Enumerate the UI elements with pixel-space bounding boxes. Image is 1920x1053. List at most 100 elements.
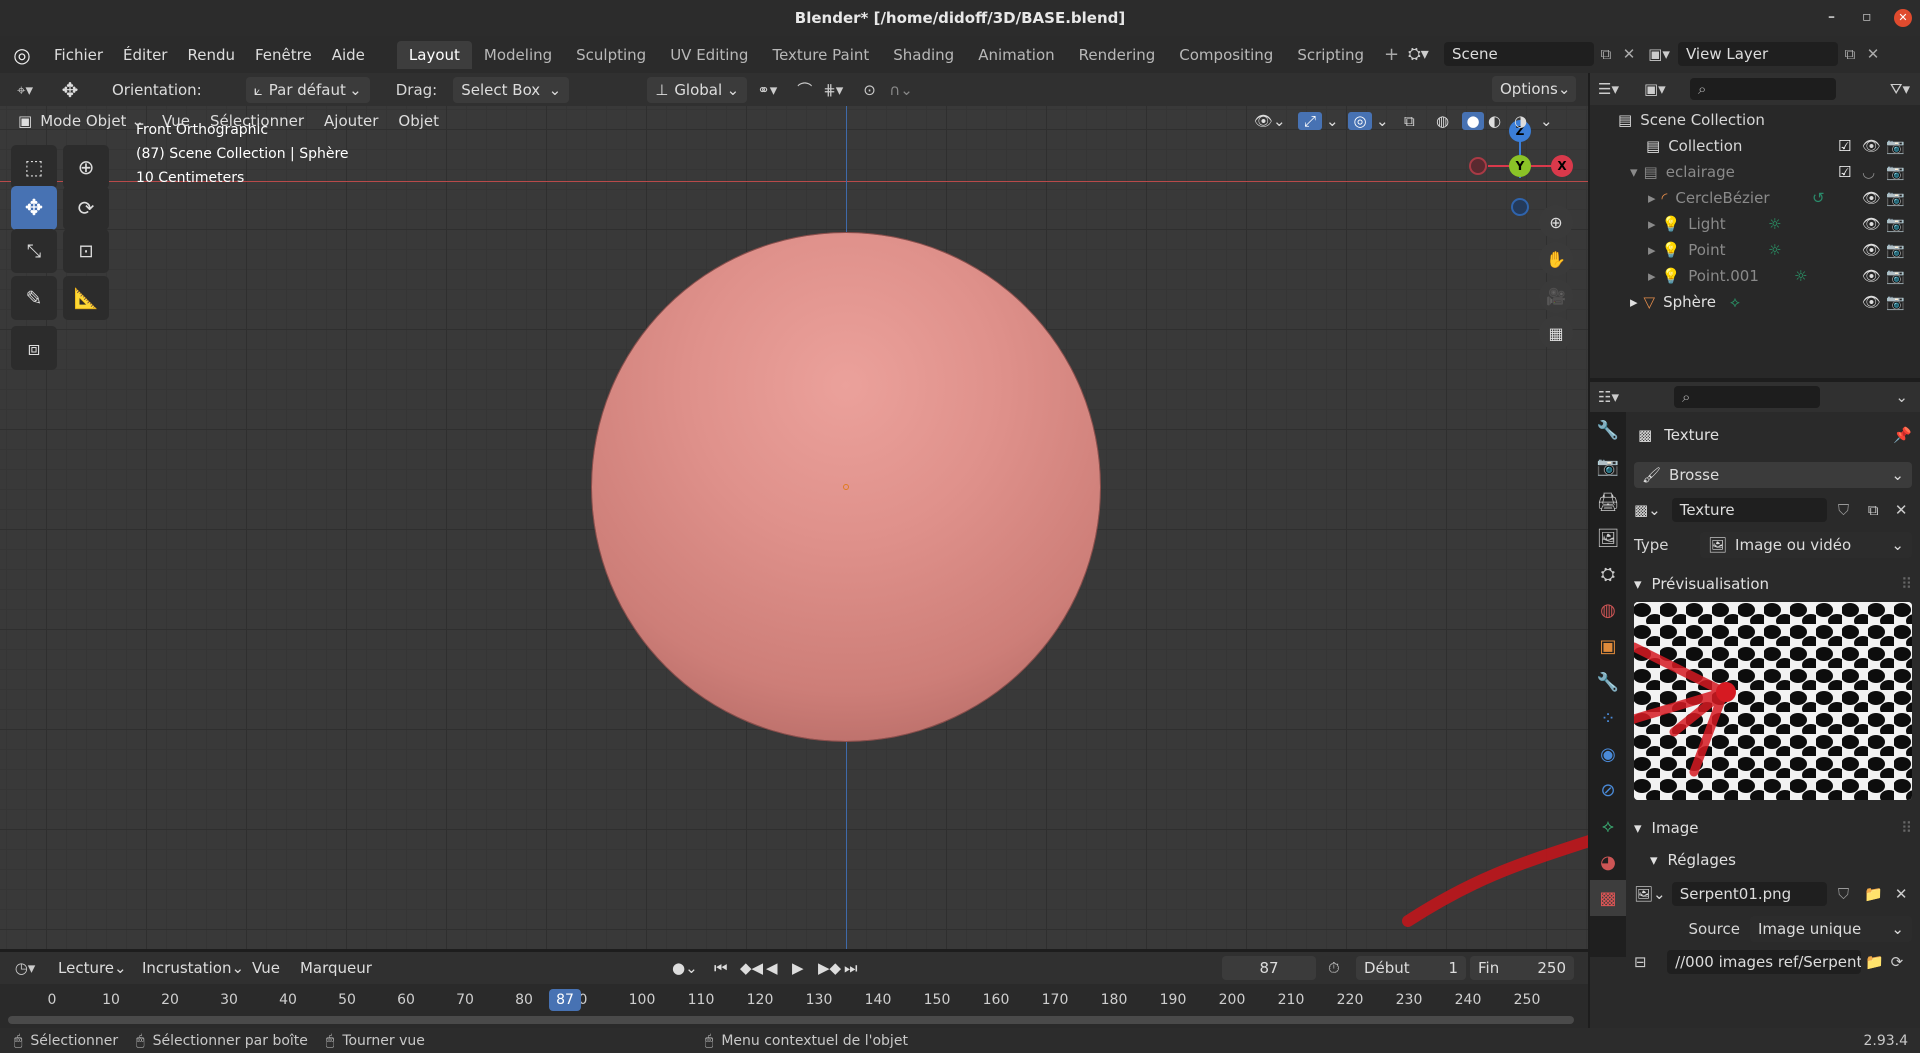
- material-tab-icon[interactable]: ◕: [1590, 844, 1626, 880]
- prev-keyframe-icon[interactable]: ◆◀: [740, 959, 763, 977]
- falloff-icon[interactable]: ∩⌄: [889, 81, 925, 99]
- fake-user-icon[interactable]: ⛉: [1831, 885, 1857, 903]
- next-keyframe-icon[interactable]: ▶◆: [818, 959, 841, 977]
- settings-subpanel-header[interactable]: ▾ Réglages: [1634, 848, 1912, 872]
- menu-fichier[interactable]: Fichier: [44, 46, 113, 64]
- data-tab-icon[interactable]: ⟡: [1590, 808, 1626, 844]
- particles-tab-icon[interactable]: ⁘: [1590, 700, 1626, 736]
- gizmo-neg-z[interactable]: [1511, 198, 1529, 216]
- render-camera-icon[interactable]: 📷: [1886, 215, 1905, 233]
- transform-orientation-dropdown[interactable]: ⊥ Global ⌄: [647, 76, 748, 103]
- unlink-image-icon[interactable]: ✕: [1890, 885, 1912, 903]
- cursor-tool[interactable]: ⊕: [63, 145, 109, 189]
- 3d-viewport[interactable]: ⬚ ⊕ ✥ ⟳ ⤡ ⊡ ✎ 📐 ⧈ Front Orthographic (87…: [0, 106, 1588, 949]
- expand-arrow-icon[interactable]: ▸: [1648, 215, 1656, 233]
- frame-ruler[interactable]: 0 10 20 30 40 50 60 70 80 0 100 110 120 130 140 150 160 1…: [0, 984, 1588, 1014]
- snap-icon[interactable]: ⌒: [797, 79, 823, 100]
- timeline[interactable]: 0 10 20 30 40 50 60 70 80 0 100 110 120 130 140 150 160 1…: [0, 984, 1588, 1028]
- image-panel-header[interactable]: ▾ Image ⠿: [1634, 816, 1912, 840]
- add-cube-tool[interactable]: ⧈: [11, 326, 57, 370]
- tool-tab-icon[interactable]: 🔧: [1590, 412, 1626, 448]
- texture-browse-icon[interactable]: ▩⌄: [1634, 501, 1668, 519]
- outliner-row-point[interactable]: ▸ 💡 Point ☼ 👁 📷: [1590, 237, 1920, 263]
- outliner-row-cerclebezier[interactable]: ▸ ◜ CercleBézier ↺ 👁 📷: [1590, 185, 1920, 211]
- record-icon[interactable]: ●⌄: [672, 959, 710, 977]
- tab-sculpting[interactable]: Sculpting: [564, 41, 658, 69]
- wireframe-shading-icon[interactable]: ◍: [1436, 112, 1458, 130]
- view-layer-icon[interactable]: ▣▾: [1640, 45, 1678, 63]
- drag-dropdown[interactable]: Select Box ⌄: [453, 76, 570, 103]
- type-dropdown[interactable]: 🖼 Image ou vidéo ⌄: [1700, 532, 1912, 558]
- expand-arrow-icon[interactable]: ▸: [1648, 267, 1656, 285]
- source-dropdown[interactable]: Image unique ⌄: [1750, 916, 1912, 942]
- render-camera-icon[interactable]: 📷: [1886, 189, 1905, 207]
- tab-layout[interactable]: Layout: [396, 40, 472, 69]
- delete-view-layer-icon[interactable]: ✕: [1862, 45, 1884, 63]
- menu-editer[interactable]: Éditer: [113, 46, 177, 64]
- unlink-icon[interactable]: ✕: [1890, 501, 1912, 519]
- world-tab-icon[interactable]: ◍: [1590, 592, 1626, 628]
- render-camera-icon[interactable]: 📷: [1886, 241, 1905, 259]
- rotate-tool[interactable]: ⟳: [63, 186, 109, 230]
- minimize-button[interactable]: –: [1828, 9, 1835, 25]
- timeline-view-menu[interactable]: Vue: [242, 959, 290, 977]
- measure-tool[interactable]: 📐: [63, 276, 109, 320]
- render-camera-icon[interactable]: 📷: [1886, 163, 1905, 181]
- xray-icon[interactable]: ⧉: [1404, 112, 1432, 130]
- menu-fenetre[interactable]: Fenêtre: [245, 46, 322, 64]
- close-button[interactable]: ✕: [1894, 9, 1912, 27]
- snap-target-icon[interactable]: ⋕▾: [823, 81, 863, 99]
- mode-dropdown[interactable]: ▣ Mode Objet ⌄: [10, 108, 152, 134]
- menu-objet[interactable]: Objet: [388, 112, 449, 130]
- outliner-row-eclairage[interactable]: ▾ ▤ eclairage ☑ ◡ 📷: [1590, 159, 1920, 185]
- texture-tab-icon[interactable]: ▩: [1590, 880, 1626, 916]
- overlay-menu-icon[interactable]: ⌄: [1376, 112, 1400, 130]
- tab-compositing[interactable]: Compositing: [1167, 41, 1285, 69]
- scene-tab-icon[interactable]: ⛭: [1590, 556, 1626, 592]
- expand-arrow-icon[interactable]: ▸: [1648, 189, 1656, 207]
- gizmo-neg-x[interactable]: [1469, 157, 1487, 175]
- hidden-eye-icon[interactable]: ◡: [1862, 163, 1875, 181]
- play-icon[interactable]: ▶: [792, 959, 814, 977]
- visibility-icon[interactable]: 👁⌄: [1254, 112, 1294, 130]
- texture-name-field[interactable]: Texture: [1671, 498, 1827, 522]
- eye-icon[interactable]: 👁: [1862, 215, 1881, 233]
- modifier-tab-icon[interactable]: 🔧: [1590, 664, 1626, 700]
- menu-aide[interactable]: Aide: [322, 46, 375, 64]
- expand-arrow-icon[interactable]: ▾: [1630, 163, 1638, 181]
- zoom-view-button[interactable]: ⊕: [1539, 205, 1573, 239]
- scene-icon[interactable]: ⛭▾: [1408, 44, 1444, 64]
- properties-editor-icon[interactable]: ☷▾: [1598, 388, 1648, 406]
- tab-texture-paint[interactable]: Texture Paint: [760, 41, 881, 69]
- new-view-layer-icon[interactable]: ⧉: [1838, 45, 1862, 63]
- output-tab-icon[interactable]: 🖨: [1590, 484, 1626, 520]
- tab-uv-editing[interactable]: UV Editing: [658, 41, 760, 69]
- outliner-row-point-001[interactable]: ▸ 💡 Point.001 ☼ 👁 📷: [1590, 263, 1920, 289]
- duplicate-icon[interactable]: ⧉: [1860, 501, 1886, 519]
- maximize-button[interactable]: ▫: [1862, 9, 1872, 25]
- annotate-tool[interactable]: ✎: [11, 276, 57, 320]
- tab-rendering[interactable]: Rendering: [1067, 41, 1168, 69]
- select-box-tool[interactable]: ⬚: [11, 145, 57, 189]
- open-image-icon[interactable]: 📁: [1860, 885, 1886, 903]
- menu-rendu[interactable]: Rendu: [177, 46, 245, 64]
- timeline-scrollbar[interactable]: [8, 1016, 1574, 1024]
- pan-view-button[interactable]: ✋: [1539, 242, 1573, 276]
- render-camera-icon[interactable]: 📷: [1886, 267, 1905, 285]
- pin-icon[interactable]: 📌: [1893, 426, 1912, 444]
- render-camera-icon[interactable]: 📷: [1886, 137, 1905, 155]
- rendered-shading-icon[interactable]: ◑: [1514, 112, 1536, 130]
- scene-field[interactable]: Scene: [1444, 42, 1594, 66]
- options-dropdown[interactable]: Options ⌄: [1492, 76, 1576, 102]
- outliner-editor-icon[interactable]: ☰▾: [1598, 80, 1638, 98]
- pack-icon[interactable]: ⊟: [1634, 953, 1663, 971]
- add-workspace-icon[interactable]: +: [1376, 44, 1407, 65]
- fake-user-icon[interactable]: ⛉: [1831, 501, 1857, 519]
- eye-icon[interactable]: 👁: [1862, 189, 1881, 207]
- timeline-editor-icon[interactable]: ◷▾: [0, 959, 50, 977]
- gizmo-toggle-icon[interactable]: ⤢: [1298, 112, 1322, 130]
- physics-tab-icon[interactable]: ◉: [1590, 736, 1626, 772]
- solid-shading-icon[interactable]: ●: [1462, 112, 1484, 130]
- orientation-dropdown[interactable]: ⟀ Par défaut ⌄: [245, 76, 370, 103]
- outliner-row-scene-collection[interactable]: ▤ Scene Collection: [1590, 107, 1920, 133]
